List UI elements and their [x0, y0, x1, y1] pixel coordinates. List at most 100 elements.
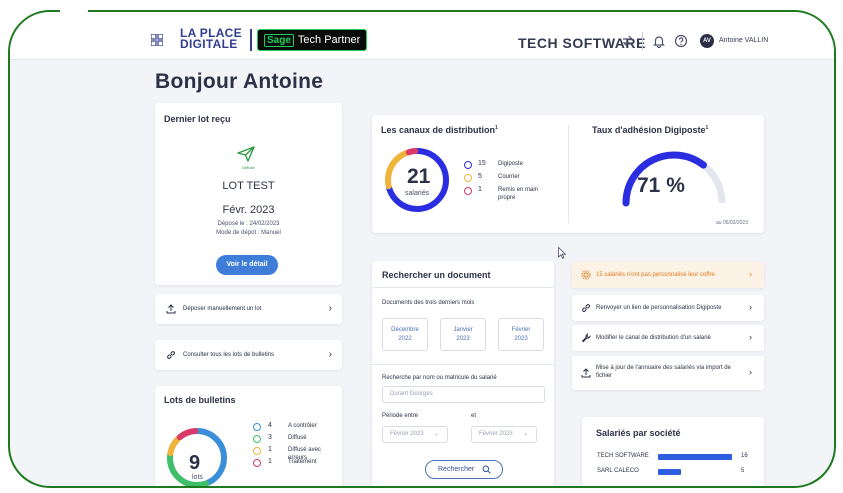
period-to-select[interactable]: Février 2023 ⌄ [471, 426, 537, 443]
upload-icon [581, 368, 591, 378]
link-icon [582, 304, 590, 312]
company-row-label: SARL CALECO [597, 468, 639, 474]
legend-count: 15 [478, 160, 486, 167]
chevron-down-icon: ⌄ [433, 431, 439, 437]
name-search-label: Recherche par nom ou matricule du salari… [382, 375, 497, 381]
chevron-right-icon: › [749, 302, 752, 312]
distribution-card: Les canaux de distribution1 21 salariés … [372, 115, 764, 233]
batches-total: 9 [189, 452, 201, 474]
modify-channel-label: Modifier le canal de distribution d'un s… [596, 335, 711, 341]
legend-count: 1 [478, 186, 482, 193]
distribution-total: 21 [407, 165, 431, 188]
gear-icon [581, 270, 591, 280]
legend-count: 5 [478, 173, 482, 180]
modify-channel-action[interactable]: Modifier le canal de distribution d'un s… [572, 325, 764, 351]
deposit-batch-action[interactable]: Déposer manuellement un lot › [155, 294, 342, 324]
legend-marker [253, 459, 261, 467]
page-title: Bonjour Antoine [155, 70, 324, 93]
chevron-down-icon: ⌄ [522, 431, 528, 437]
period-from-select[interactable]: Février 2023 ⌄ [382, 426, 448, 443]
partner-brand: Sage [264, 34, 294, 47]
employees-by-company-title: Salariés par société [596, 428, 681, 438]
recent-documents-label: Documents des trois derniers mois [382, 300, 475, 306]
send-icon [237, 146, 255, 162]
batch-period: Févr. 2023 [222, 204, 275, 216]
legend-marker [253, 423, 261, 431]
personalize-vault-alert[interactable]: 15 salariés n'ont pas personnalisé leur … [572, 262, 764, 288]
adhesion-date-note: au 06/03/2023 [716, 220, 748, 226]
legend-marker [253, 435, 261, 443]
legend-label: A contrôler [288, 423, 317, 429]
batch-name: LOT TEST [222, 180, 275, 192]
month-february-button[interactable]: Février 2023 [498, 318, 544, 351]
bell-icon[interactable] [652, 34, 666, 48]
chevron-right-icon: › [328, 303, 332, 314]
month-january-button[interactable]: Janvier 2023 [440, 318, 486, 351]
adhesion-title: Taux d'adhésion Digiposte1 [592, 125, 709, 135]
app-logo[interactable]: LA PLACE DIGITALE [180, 27, 242, 50]
legend-marker [464, 174, 472, 182]
chevron-right-icon: › [749, 367, 752, 377]
consult-batches-action[interactable]: Consulter tous les lots de bulletins › [155, 340, 342, 370]
search-card: Rechercher un document Documents des tro… [372, 261, 554, 486]
consult-batches-label: Consulter tous les lots de bulletins [183, 352, 275, 358]
avatar[interactable]: AV [700, 34, 714, 48]
month-december-button[interactable]: Décembre 2022 [382, 318, 428, 351]
legend-marker [464, 161, 472, 169]
import-directory-label: Mise à jour de l'annuaire des salariés v… [596, 365, 731, 379]
upload-icon [166, 304, 176, 314]
legend-label: Traitement [288, 459, 317, 465]
last-batch-title: Dernier lot reçu [164, 114, 231, 124]
divider [372, 287, 554, 288]
legend-label: Digiposte [498, 161, 524, 167]
resend-link-label: Renvoyer un lien de personnalisation Dig… [596, 305, 722, 311]
topbar-divider [642, 32, 643, 50]
search-icon [482, 465, 491, 474]
company-row-value: 16 [741, 453, 748, 459]
company-bar-0 [658, 454, 732, 460]
frame-gap [60, 4, 88, 14]
name-search-input[interactable]: Durant Georges [382, 386, 545, 403]
legend-label: Remis en main propre [498, 187, 539, 201]
last-batch-card: Dernier lot reçu Diffusé LOT TEST Févr. … [155, 103, 342, 285]
window-frame: LA PLACE DIGITALE Sage Tech Partner TECH … [8, 10, 836, 488]
wrench-icon [581, 333, 591, 343]
import-directory-action[interactable]: Mise à jour de l'annuaire des salariés v… [572, 356, 764, 390]
company-row-label: TECH SOFTWARE [597, 453, 649, 459]
company-row-value: 5 [741, 468, 745, 474]
card-divider [568, 125, 569, 223]
chevron-right-icon: › [328, 349, 332, 360]
batch-deposit-date: Déposé le : 24/02/2023 [217, 221, 280, 227]
legend-label: Courrier [498, 174, 520, 180]
deposit-batch-label: Déposer manuellement un lot [183, 306, 262, 312]
distribution-title: Les canaux de distribution1 [381, 125, 498, 135]
period-from-label: Période entre [382, 413, 419, 419]
batch-deposit-mode: Mode de dépot : Manuel [216, 230, 281, 236]
adhesion-value: 71 % [637, 174, 685, 197]
resend-link-action[interactable]: Renvoyer un lien de personnalisation Dig… [572, 295, 764, 321]
switch-icon[interactable] [621, 34, 635, 48]
legend-marker [464, 187, 472, 195]
search-title: Rechercher un document [382, 270, 491, 280]
help-icon[interactable] [674, 34, 688, 48]
batches-title: Lots de bulletins [164, 395, 236, 405]
legend-count: 1 [268, 446, 272, 453]
mouse-cursor-icon [558, 247, 566, 259]
company-bar-1 [658, 469, 682, 475]
top-bar: LA PLACE DIGITALE Sage Tech Partner TECH … [10, 12, 834, 60]
batches-total-label: lots [192, 474, 203, 481]
view-detail-button[interactable]: Voir le détail [216, 255, 278, 275]
chevron-right-icon: › [749, 269, 752, 279]
legend-count: 1 [268, 458, 272, 465]
partner-badge: Sage Tech Partner [257, 29, 368, 51]
link-icon [167, 351, 175, 359]
legend-count: 4 [268, 422, 272, 429]
search-button[interactable]: Rechercher [425, 460, 503, 479]
legend-count: 3 [268, 434, 272, 441]
partner-label: Tech Partner [297, 34, 361, 46]
logo-divider [250, 29, 252, 51]
user-name[interactable]: Antoine VALLIN [719, 37, 768, 44]
grid-icon[interactable] [151, 34, 163, 46]
batches-card: Lots de bulletins 9 lots 4 A contrôler 3 Di… [155, 386, 342, 486]
legend-label: Diffusé [288, 435, 307, 441]
